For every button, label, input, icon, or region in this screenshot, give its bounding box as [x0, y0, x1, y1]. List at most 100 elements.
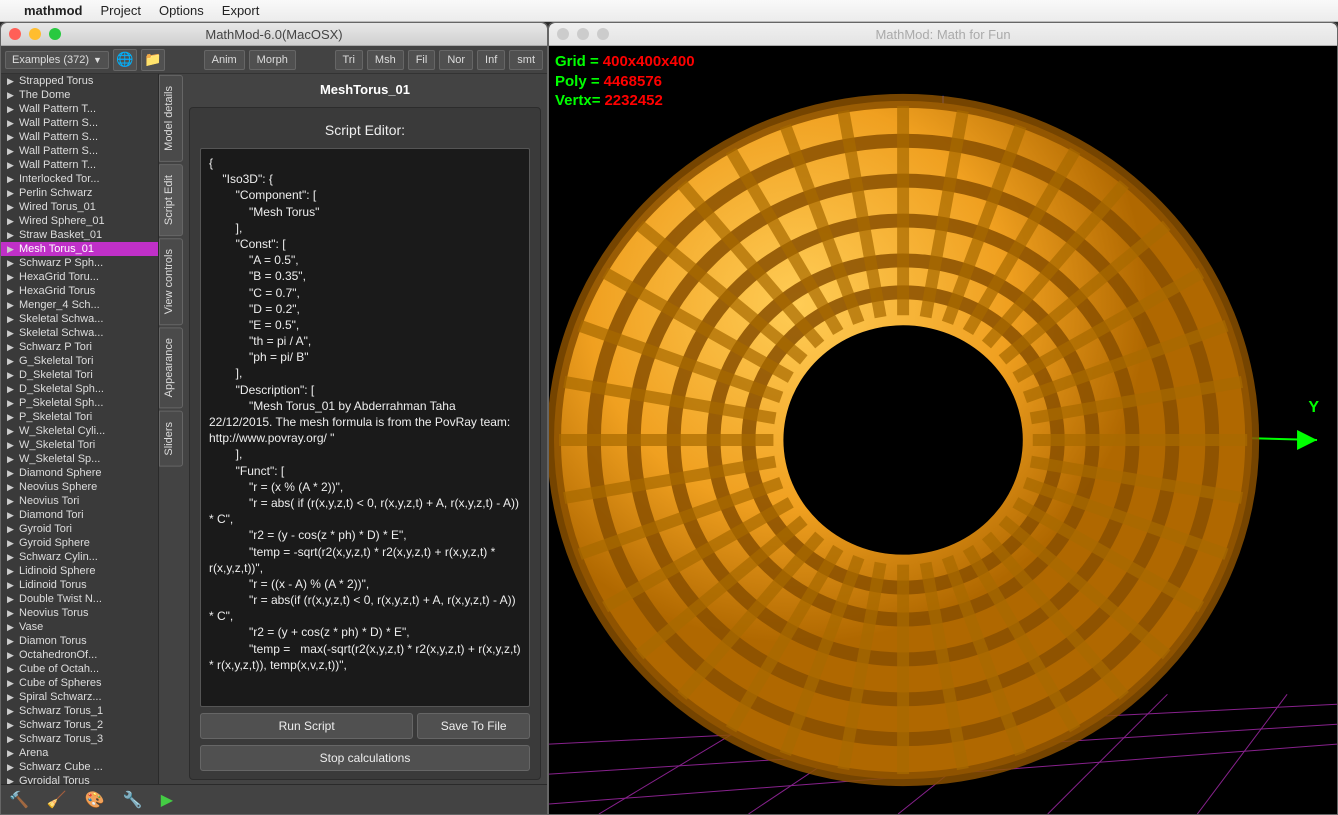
stop-calculations-button[interactable]: Stop calculations [200, 745, 530, 771]
tree-item[interactable]: ▶The Dome [1, 88, 158, 102]
examples-tree[interactable]: ▶Strapped Torus▶The Dome▶Wall Pattern T.… [1, 74, 159, 784]
menu-app[interactable]: mathmod [24, 3, 83, 18]
tree-item[interactable]: ▶Cube of Spheres [1, 676, 158, 690]
tree-item[interactable]: ▶W_Skeletal Tori [1, 438, 158, 452]
axis-y-label: Y [1308, 399, 1319, 417]
vtab-model-details[interactable]: Model details [159, 75, 183, 162]
folder-button[interactable]: 📁 [141, 49, 165, 71]
tree-item[interactable]: ▶Double Twist N... [1, 592, 158, 606]
menu-project[interactable]: Project [101, 3, 141, 18]
script-textarea[interactable]: { "Iso3D": { "Component": [ "Mesh Torus"… [200, 148, 530, 707]
tree-item[interactable]: ▶Neovius Torus [1, 606, 158, 620]
tree-item-label: Schwarz Cylin... [19, 551, 98, 563]
close-icon[interactable] [557, 28, 569, 40]
vtab-appearance[interactable]: Appearance [159, 327, 183, 408]
anim-button[interactable]: Anim [204, 50, 245, 70]
tree-item[interactable]: ▶Mesh Torus_01 [1, 242, 158, 256]
tree-item[interactable]: ▶G_Skeletal Tori [1, 354, 158, 368]
disclosure-triangle-icon: ▶ [7, 384, 14, 395]
disclosure-triangle-icon: ▶ [7, 412, 14, 423]
tree-item[interactable]: ▶Schwarz Torus_2 [1, 718, 158, 732]
tree-item[interactable]: ▶Gyroidal Torus [1, 774, 158, 784]
tree-item[interactable]: ▶W_Skeletal Cyli... [1, 424, 158, 438]
tree-item[interactable]: ▶Cube of Octah... [1, 662, 158, 676]
morph-button[interactable]: Morph [249, 50, 296, 70]
menu-options[interactable]: Options [159, 3, 204, 18]
palette-icon[interactable]: 🎨 [85, 790, 105, 810]
tree-item[interactable]: ▶Lidinoid Sphere [1, 564, 158, 578]
tree-item[interactable]: ▶Schwarz Torus_3 [1, 732, 158, 746]
brush-icon[interactable]: 🧹 [47, 790, 67, 810]
menu-export[interactable]: Export [222, 3, 260, 18]
msh-button[interactable]: Msh [367, 50, 404, 70]
wrench-icon[interactable]: 🔧 [123, 790, 143, 810]
tree-item[interactable]: ▶HexaGrid Toru... [1, 270, 158, 284]
run-script-button[interactable]: Run Script [200, 713, 413, 739]
tree-item[interactable]: ▶Schwarz P Sph... [1, 256, 158, 270]
tree-item[interactable]: ▶Gyroid Sphere [1, 536, 158, 550]
disclosure-triangle-icon: ▶ [7, 454, 14, 465]
disclosure-triangle-icon: ▶ [7, 664, 14, 675]
save-to-file-button[interactable]: Save To File [417, 713, 530, 739]
play-icon[interactable]: ▶ [161, 790, 173, 810]
tree-item[interactable]: ▶Arena [1, 746, 158, 760]
tree-item[interactable]: ▶Interlocked Tor... [1, 172, 158, 186]
disclosure-triangle-icon: ▶ [7, 356, 14, 367]
vtab-sliders[interactable]: Sliders [159, 411, 183, 467]
tree-item[interactable]: ▶Straw Basket_01 [1, 228, 158, 242]
tree-item[interactable]: ▶Neovius Tori [1, 494, 158, 508]
tree-item[interactable]: ▶Gyroid Tori [1, 522, 158, 536]
tree-item[interactable]: ▶Skeletal Schwa... [1, 312, 158, 326]
tree-item[interactable]: ▶D_Skeletal Sph... [1, 382, 158, 396]
tree-item[interactable]: ▶Wall Pattern S... [1, 116, 158, 130]
tree-item[interactable]: ▶Schwarz Torus_1 [1, 704, 158, 718]
tri-button[interactable]: Tri [335, 50, 363, 70]
tree-item[interactable]: ▶Menger_4 Sch... [1, 298, 158, 312]
tree-item[interactable]: ▶Schwarz Cylin... [1, 550, 158, 564]
tree-item-label: Schwarz Cube ... [19, 761, 103, 773]
tree-item[interactable]: ▶Diamon Torus [1, 634, 158, 648]
tree-item[interactable]: ▶Schwarz P Tori [1, 340, 158, 354]
fil-button[interactable]: Fil [408, 50, 436, 70]
disclosure-triangle-icon: ▶ [7, 146, 14, 157]
3d-viewport[interactable]: Grid =400x400x400 Poly =4468576 Vertx=22… [549, 46, 1337, 814]
tree-item[interactable]: ▶Spiral Schwarz... [1, 690, 158, 704]
tree-item[interactable]: ▶Diamond Tori [1, 508, 158, 522]
tree-item[interactable]: ▶Lidinoid Torus [1, 578, 158, 592]
minimize-icon[interactable] [29, 28, 41, 40]
vtab-view-controls[interactable]: View controls [159, 238, 183, 325]
tree-item[interactable]: ▶Perlin Schwarz [1, 186, 158, 200]
tree-item[interactable]: ▶Neovius Sphere [1, 480, 158, 494]
nor-button[interactable]: Nor [439, 50, 473, 70]
top-toolbar: Examples (372)▼ 🌐 📁 Anim Morph Tri Msh F… [1, 46, 547, 74]
inf-button[interactable]: Inf [477, 50, 505, 70]
examples-dropdown[interactable]: Examples (372)▼ [5, 51, 109, 69]
tree-item[interactable]: ▶P_Skeletal Sph... [1, 396, 158, 410]
tree-item[interactable]: ▶Strapped Torus [1, 74, 158, 88]
tree-item[interactable]: ▶Wall Pattern S... [1, 130, 158, 144]
tree-item[interactable]: ▶Schwarz Cube ... [1, 760, 158, 774]
tree-item[interactable]: ▶W_Skeletal Sp... [1, 452, 158, 466]
tree-item[interactable]: ▶Diamond Sphere [1, 466, 158, 480]
tree-item[interactable]: ▶Wired Sphere_01 [1, 214, 158, 228]
tree-item[interactable]: ▶Skeletal Schwa... [1, 326, 158, 340]
close-icon[interactable] [9, 28, 21, 40]
globe-button[interactable]: 🌐 [113, 49, 137, 71]
maximize-icon[interactable] [597, 28, 609, 40]
disclosure-triangle-icon: ▶ [7, 678, 14, 689]
disclosure-triangle-icon: ▶ [7, 524, 14, 535]
minimize-icon[interactable] [577, 28, 589, 40]
tree-item[interactable]: ▶D_Skeletal Tori [1, 368, 158, 382]
smt-button[interactable]: smt [509, 50, 543, 70]
tree-item[interactable]: ▶P_Skeletal Tori [1, 410, 158, 424]
hammer-icon[interactable]: 🔨 [9, 790, 29, 810]
tree-item[interactable]: ▶Vase [1, 620, 158, 634]
tree-item[interactable]: ▶HexaGrid Torus [1, 284, 158, 298]
tree-item[interactable]: ▶Wall Pattern T... [1, 102, 158, 116]
maximize-icon[interactable] [49, 28, 61, 40]
tree-item[interactable]: ▶Wall Pattern S... [1, 144, 158, 158]
tree-item[interactable]: ▶Wall Pattern T... [1, 158, 158, 172]
tree-item[interactable]: ▶OctahedronOf... [1, 648, 158, 662]
tree-item[interactable]: ▶Wired Torus_01 [1, 200, 158, 214]
vtab-script-edit[interactable]: Script Edit [159, 164, 183, 236]
